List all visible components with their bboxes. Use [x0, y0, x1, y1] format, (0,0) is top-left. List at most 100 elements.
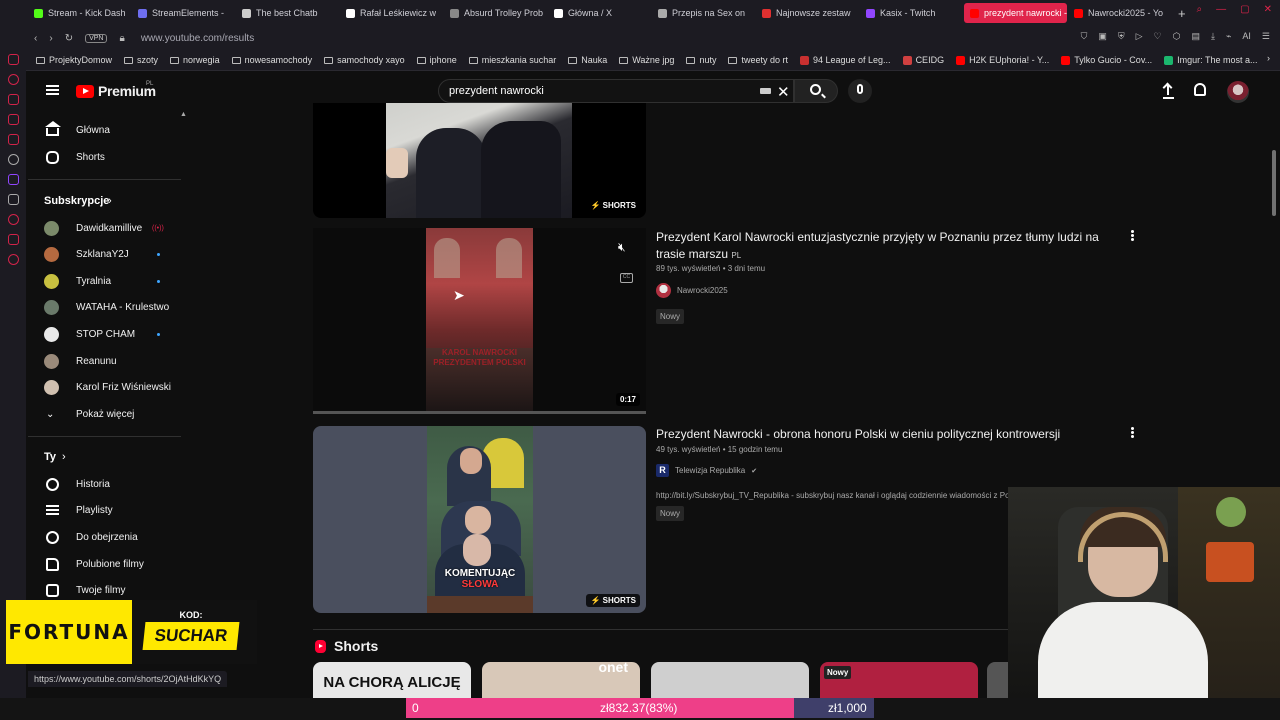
bookmark-item[interactable]: Nauka — [568, 55, 607, 65]
browser-tab[interactable]: Przepis na Sex on — [652, 3, 755, 23]
you-header[interactable]: Ty › — [28, 444, 181, 470]
browser-tab[interactable]: Stream - Kick Dash — [28, 3, 131, 23]
play-icon[interactable]: ▷ — [1136, 31, 1143, 42]
browser-tab[interactable]: The best Chatb — [236, 3, 339, 23]
subscriptions-header[interactable]: Subskrypcje › — [28, 188, 181, 214]
player-icon[interactable] — [7, 234, 19, 245]
bookmark-item[interactable]: 94 League of Leg... — [799, 55, 891, 65]
download-icon[interactable]: ⤓ — [1211, 31, 1215, 42]
history-sidebar-icon[interactable] — [7, 74, 19, 85]
heart-icon[interactable]: ♡ — [1154, 31, 1162, 42]
bookmark-item[interactable]: szoty — [124, 55, 158, 65]
search-button[interactable] — [794, 79, 838, 103]
browser-tab[interactable]: Nawrocki2025 - Yo — [1068, 3, 1171, 23]
browser-tab[interactable]: StreamElements - — [132, 3, 235, 23]
flow-icon[interactable] — [7, 114, 19, 125]
x-icon[interactable] — [7, 194, 19, 205]
wallet-sidebar-icon[interactable] — [7, 94, 19, 105]
new-tab-button[interactable]: + — [1172, 6, 1192, 21]
sidebar-item-liked[interactable]: Polubione filmy — [28, 551, 181, 577]
settings-icon[interactable] — [7, 254, 19, 265]
subscription-item[interactable]: Karol Friz Wiśniewski — [28, 375, 181, 401]
notifications-bell-icon[interactable] — [1194, 83, 1206, 96]
subscription-item[interactable]: Dawidkamillive ((•)) — [28, 215, 181, 241]
clear-search-icon[interactable]: ✕ — [777, 83, 790, 101]
subscription-item[interactable]: Reanunu — [28, 348, 181, 374]
maximize-button[interactable]: ▢ — [1240, 4, 1249, 15]
sidebar-item-watch-later[interactable]: Do obejrzenia — [28, 524, 181, 550]
bookmark-item[interactable]: ProjektyDomow — [36, 55, 112, 65]
page-scrollbar[interactable] — [1272, 150, 1276, 216]
aria-ai-button[interactable]: AI — [1242, 31, 1251, 42]
browser-tab[interactable]: Główna / X — [548, 3, 651, 23]
bookmark-item[interactable]: norwegia — [170, 55, 220, 65]
bookmark-item[interactable]: mieszkania suchar — [468, 55, 556, 65]
url-field[interactable]: www.youtube.com/results — [141, 33, 254, 44]
more-options-icon[interactable] — [1131, 427, 1134, 438]
extensions-icon[interactable]: ⬡ — [1173, 31, 1181, 42]
snap-icon[interactable]: ⌁ — [1226, 31, 1231, 42]
hamburger-menu-icon[interactable] — [46, 85, 59, 95]
sidebar-item-home[interactable]: Główna — [28, 117, 181, 143]
search-tabs-icon[interactable]: ⌕ — [1197, 4, 1203, 15]
sidebar-item-history[interactable]: Historia — [28, 471, 181, 497]
video-thumbnail[interactable]: KAROL NAWROCKI PREZYDENTEM POLSKI 🔇︎ CC … — [313, 228, 646, 414]
bookmark-item[interactable]: Ważne jpg — [619, 55, 674, 65]
video-thumbnail[interactable]: KOMENTUJĄC SŁOWA ⚡ SHORTS — [313, 426, 646, 613]
bookmark-item[interactable]: iphone — [416, 55, 457, 65]
bookmark-item[interactable]: nowesamochody — [231, 55, 312, 65]
voice-search-button[interactable] — [848, 79, 872, 103]
sidebar-item-label: Do obejrzenia — [76, 531, 138, 543]
captions-icon[interactable]: CC — [620, 273, 633, 283]
show-more-button[interactable]: ⌄ Pokaż więcej — [28, 401, 181, 427]
youtube-premium-logo[interactable]: Premium — [76, 83, 156, 99]
subscription-item[interactable]: SzklanaY2J — [28, 242, 181, 268]
bookmark-item[interactable]: samochody xayo — [324, 55, 405, 65]
clock-sidebar-icon[interactable] — [7, 214, 19, 225]
bookmark-icon[interactable]: ⛉ — [1081, 31, 1088, 42]
forward-icon[interactable]: › — [49, 33, 52, 44]
bookmark-item[interactable]: H2K EUphoria! - Y... — [956, 55, 1049, 65]
menu-icon[interactable]: ☰ — [1262, 31, 1270, 42]
bookmark-item[interactable]: nuty — [686, 55, 716, 65]
twitch-icon[interactable] — [7, 174, 19, 185]
subscription-item[interactable]: Tyralnia — [28, 268, 181, 294]
bookmark-item[interactable]: Imgur: The most a... — [1164, 55, 1258, 65]
bookmark-item[interactable]: Tylko Gucio - Cov... — [1061, 55, 1152, 65]
video-title[interactable]: Prezydent Nawrocki - obrona honoru Polsk… — [656, 426, 1116, 443]
keyboard-icon[interactable] — [760, 88, 771, 94]
bookmark-item[interactable]: CEIDG — [902, 55, 944, 65]
subscription-item[interactable]: STOP CHAM — [28, 321, 181, 347]
browser-tab[interactable]: Najnowsze zestaw — [756, 3, 859, 23]
close-window-button[interactable]: ✕ — [1264, 4, 1272, 15]
vpn-badge[interactable]: VPN — [85, 33, 108, 43]
browser-tab[interactable]: Kasix - Twitch — [860, 3, 963, 23]
mute-icon[interactable]: 🔇︎ — [618, 240, 626, 255]
chatgpt-icon[interactable] — [7, 154, 19, 165]
bookmarks-overflow-icon[interactable]: › — [1267, 53, 1270, 63]
minimize-button[interactable]: — — [1216, 4, 1226, 15]
browser-tab[interactable]: prezydent nawrocki - You — [964, 3, 1067, 23]
bookmarks-sidebar-icon[interactable] — [7, 134, 19, 145]
upload-icon[interactable] — [1162, 82, 1174, 99]
bookmark-item[interactable]: tweety do rt — [728, 55, 788, 65]
screenshot-icon[interactable]: ▣ — [1098, 31, 1107, 42]
channel-link[interactable]: R Telewizja Republika ✔ — [656, 464, 757, 477]
sidebar-item-playlists[interactable]: Playlisty — [28, 497, 181, 523]
search-input[interactable] — [439, 80, 739, 102]
speed-dial-icon[interactable] — [7, 54, 19, 65]
reload-icon[interactable]: ↻ — [65, 33, 73, 44]
account-avatar[interactable] — [1227, 81, 1249, 103]
progress-track[interactable] — [313, 411, 646, 414]
channel-link[interactable]: Nawrocki2025 — [656, 283, 728, 298]
more-options-icon[interactable] — [1131, 230, 1134, 241]
browser-tab[interactable]: Absurd Trolley Prob — [444, 3, 547, 23]
shield-icon[interactable]: ⛨ — [1118, 31, 1125, 42]
subscription-item[interactable]: WATAHA - Krulestwo — [28, 295, 181, 321]
wallet-icon[interactable]: ▤ — [1191, 31, 1200, 42]
browser-tab[interactable]: Rafał Leśkiewicz w — [340, 3, 443, 23]
back-icon[interactable]: ‹ — [34, 33, 37, 44]
video-thumbnail[interactable]: ⚡ SHORTS — [313, 103, 646, 218]
sidebar-item-shorts[interactable]: Shorts — [28, 144, 181, 170]
video-title[interactable]: Prezydent Karol Nawrocki entuzjastycznie… — [656, 229, 1116, 264]
